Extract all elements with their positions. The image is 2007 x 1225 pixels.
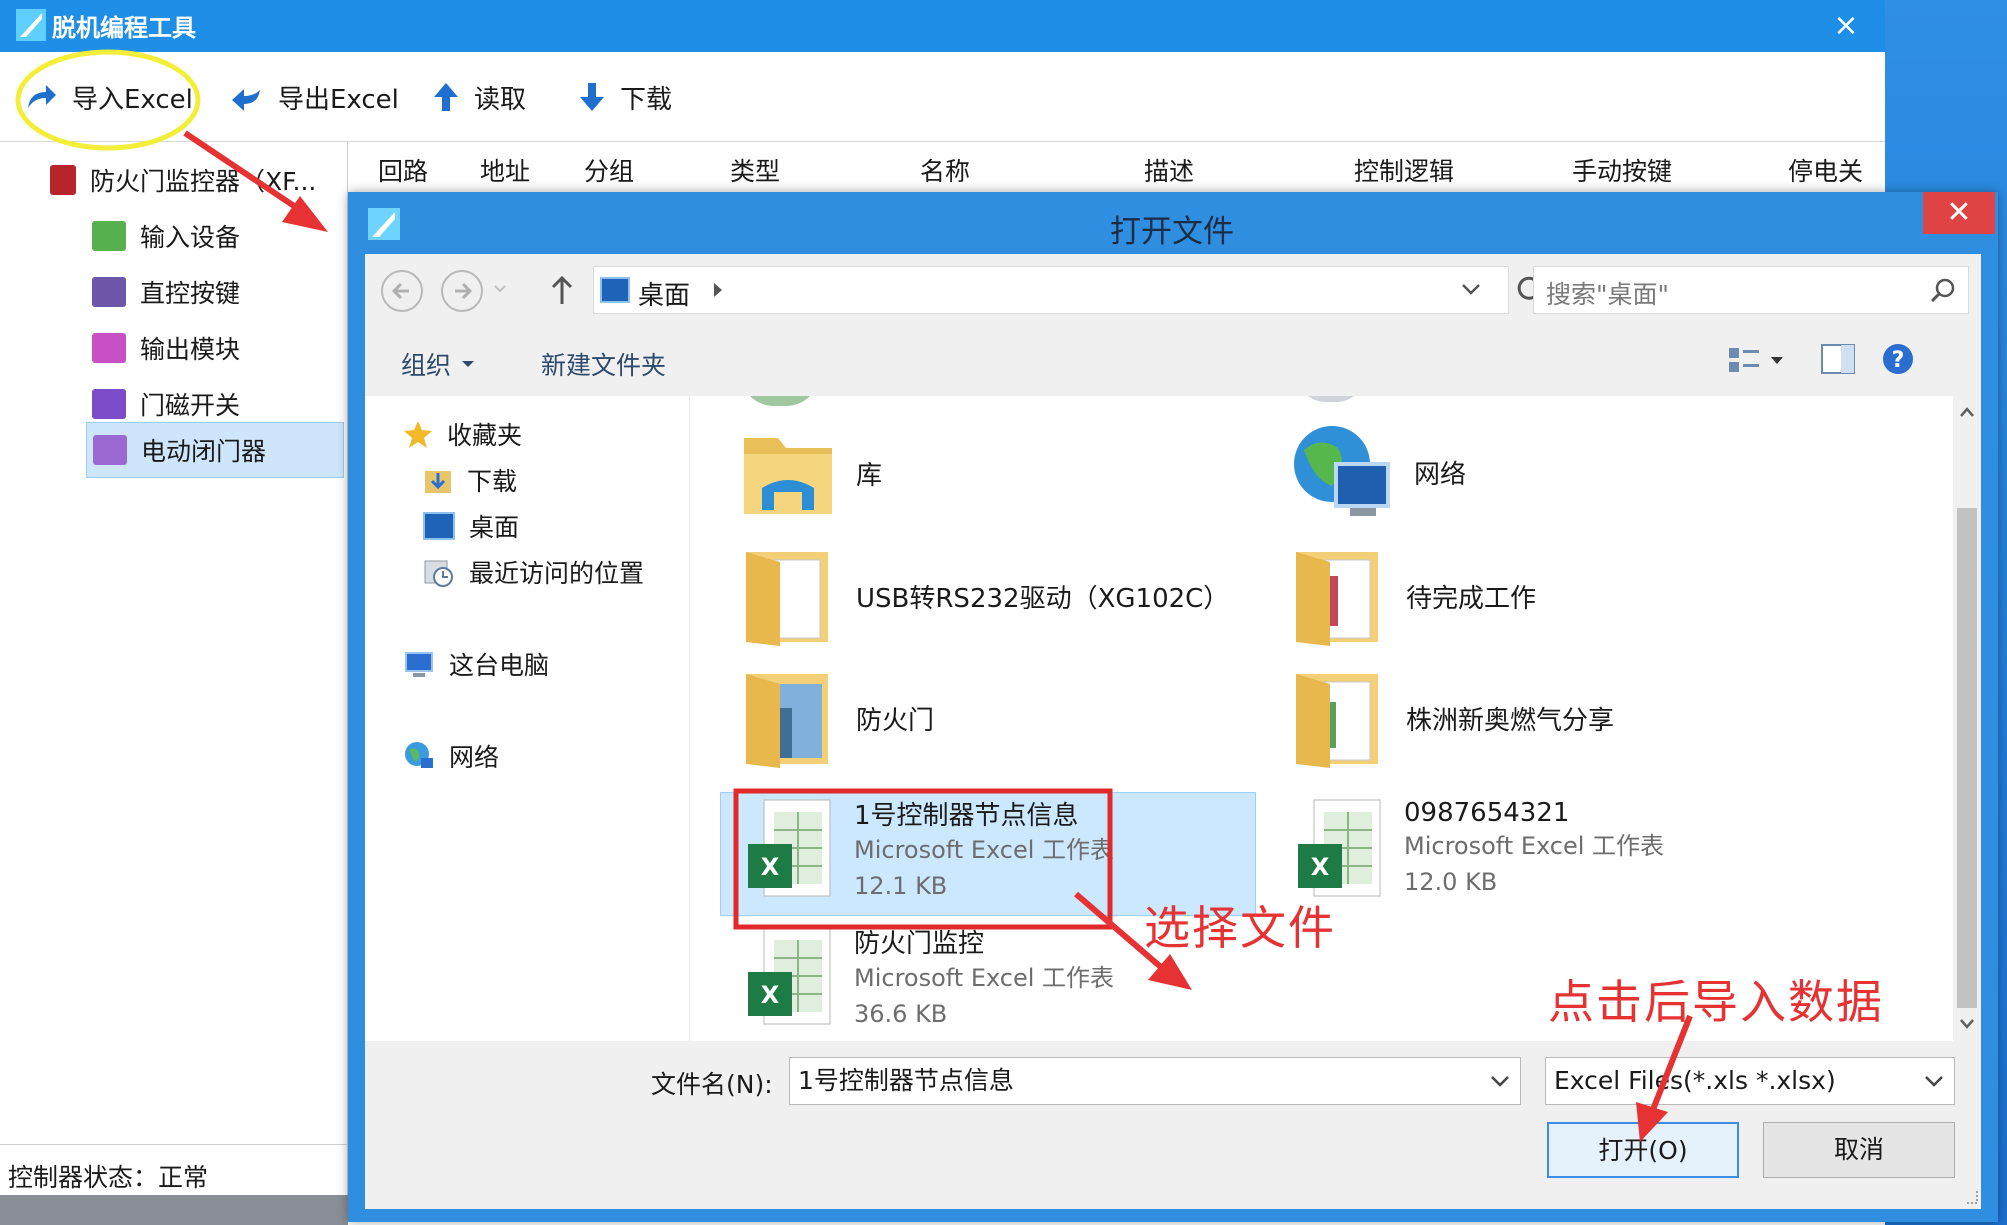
- click-import-annotation: 点击后导入数据: [1548, 975, 1884, 1029]
- annotation-arrowhead: [1636, 1102, 1668, 1142]
- selection-box: [733, 788, 1113, 930]
- annotation-arrow: [183, 130, 302, 213]
- select-file-annotation: 选择文件: [1144, 901, 1336, 955]
- annotation-overlay: [15, 49, 1693, 1142]
- highlight-ellipse: [15, 49, 201, 151]
